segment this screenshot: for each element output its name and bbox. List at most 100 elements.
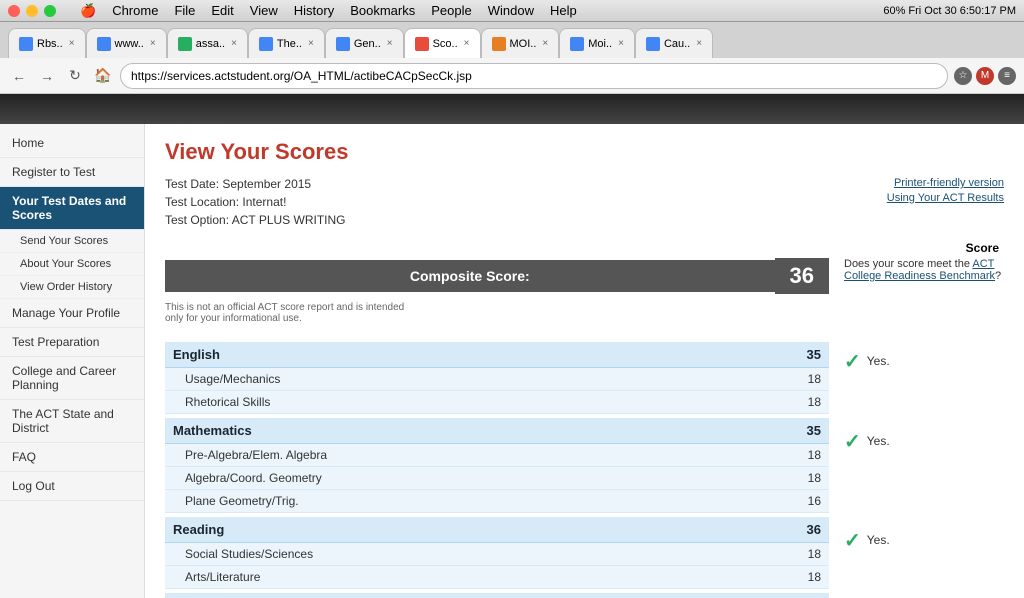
subsection-geometry: Plane Geometry/Trig. 16 [165,490,829,513]
usage-score: 18 [791,372,821,386]
sidebar: Home Register to Test Your Test Dates an… [0,124,145,598]
subsection-usage: Usage/Mechanics 18 [165,368,829,391]
bookmark-icon[interactable]: ☆ [954,67,972,85]
scores-table: English 35 Usage/Mechanics 18 Rhetorical… [165,342,1004,598]
tab-1[interactable]: www.. × [86,28,167,58]
close-button[interactable] [8,5,20,17]
reading-benchmark: ✓ Yes. [844,521,1004,559]
sidebar-item-faq[interactable]: FAQ [0,443,144,472]
sidebar-item-college[interactable]: College and Career Planning [0,357,144,400]
home-button[interactable]: 🏠 [92,65,114,87]
menu-history[interactable]: History [294,3,334,18]
tab-label-5: Sco.. [433,38,458,50]
menu-icon[interactable]: ≡ [998,67,1016,85]
tab-3[interactable]: The.. × [248,28,325,58]
tab-close-3[interactable]: × [308,38,314,49]
english-label: English [173,347,791,362]
tab-close-6[interactable]: × [542,38,548,49]
math-label: Mathematics [173,423,791,438]
tab-close-4[interactable]: × [387,38,393,49]
prealgebra-score: 18 [791,448,821,462]
minimize-button[interactable] [26,5,38,17]
tab-4[interactable]: Gen.. × [325,28,404,58]
section-science: Science 36 [165,593,829,598]
test-date: Test Date: September 2015 [165,177,346,191]
subsection-algebra: Algebra/Coord. Geometry 18 [165,467,829,490]
menu-people[interactable]: People [431,3,471,18]
window-buttons[interactable] [8,5,64,17]
math-yes: Yes. [867,434,890,448]
math-checkmark: ✓ [844,429,861,454]
menu-bar: 🍎 Chrome File Edit View History Bookmark… [0,0,1024,22]
sidebar-item-register[interactable]: Register to Test [0,158,144,187]
sidebar-item-test-prep[interactable]: Test Preparation [0,328,144,357]
guide-link[interactable]: Using Your ACT Results [887,192,1004,204]
menu-apple[interactable]: 🍎 [80,3,96,19]
sidebar-item-profile[interactable]: Manage Your Profile [0,299,144,328]
back-button[interactable]: ← [8,65,30,87]
sidebar-subitem-about[interactable]: About Your Scores [0,253,144,276]
page-title: View Your Scores [165,139,1004,165]
english-checkmark: ✓ [844,349,861,374]
sidebar-item-home[interactable]: Home [0,129,144,158]
menu-bookmarks[interactable]: Bookmarks [350,3,415,18]
favicon-6 [492,37,506,51]
browser-content: Home Register to Test Your Test Dates an… [0,94,1024,598]
menu-help[interactable]: Help [550,3,577,18]
menu-file[interactable]: File [174,3,195,18]
rhetorical-score: 18 [791,395,821,409]
composite-score: 36 [775,258,829,294]
menu-window[interactable]: Window [488,3,534,18]
algebra-label: Algebra/Coord. Geometry [185,471,791,485]
tab-5[interactable]: Sco.. × [404,28,481,58]
math-score: 35 [791,423,821,438]
tab-close-0[interactable]: × [69,38,75,49]
menu-view[interactable]: View [250,3,278,18]
favicon-1 [97,37,111,51]
social-label: Social Studies/Sciences [185,547,791,561]
test-location: Test Location: Internat! [165,195,346,209]
tab-0[interactable]: Rbs.. × [8,28,86,58]
composite-label: Composite Score: [165,260,775,292]
tab-6[interactable]: MOI.. × [481,28,560,58]
rhetorical-label: Rhetorical Skills [185,395,791,409]
reading-yes: Yes. [867,533,890,547]
address-input[interactable] [120,63,948,89]
tab-close-2[interactable]: × [231,38,237,49]
tab-2[interactable]: assa.. × [167,28,248,58]
favicon-7 [570,37,584,51]
tab-8[interactable]: Cau.. × [635,28,713,58]
printer-link[interactable]: Printer-friendly version [887,177,1004,189]
page-body: Home Register to Test Your Test Dates an… [0,124,1024,598]
benchmark-header-text: Does your score meet the ACT College Rea… [844,258,1004,334]
tab-close-5[interactable]: × [464,38,470,49]
favicon-8 [646,37,660,51]
tab-close-8[interactable]: × [696,38,702,49]
tab-label-4: Gen.. [354,38,381,50]
sidebar-subitem-order[interactable]: View Order History [0,276,144,299]
tab-label-8: Cau.. [664,38,690,50]
maximize-button[interactable] [44,5,56,17]
reload-button[interactable]: ↻ [64,65,86,87]
favicon-5 [415,37,429,51]
forward-button[interactable]: → [36,65,58,87]
sidebar-subitem-send[interactable]: Send Your Scores [0,230,144,253]
english-score: 35 [791,347,821,362]
tab-close-1[interactable]: × [150,38,156,49]
social-score: 18 [791,547,821,561]
extensions-icon[interactable]: M [976,67,994,85]
menu-chrome[interactable]: Chrome [112,3,158,18]
sidebar-item-scores[interactable]: Your Test Dates and Scores [0,187,144,230]
disclaimer: This is not an official ACT score report… [165,302,415,324]
subsection-rhetorical: Rhetorical Skills 18 [165,391,829,414]
arts-score: 18 [791,570,821,584]
menu-edit[interactable]: Edit [211,3,233,18]
subsection-arts: Arts/Literature 18 [165,566,829,589]
benchmark-link[interactable]: ACT College Readiness Benchmark [844,258,995,282]
tab-close-7[interactable]: × [618,38,624,49]
subsection-social: Social Studies/Sciences 18 [165,543,829,566]
sidebar-item-logout[interactable]: Log Out [0,472,144,501]
sidebar-item-state[interactable]: The ACT State and District [0,400,144,443]
tab-7[interactable]: Moi.. × [559,28,635,58]
score-header: Score [966,241,999,255]
